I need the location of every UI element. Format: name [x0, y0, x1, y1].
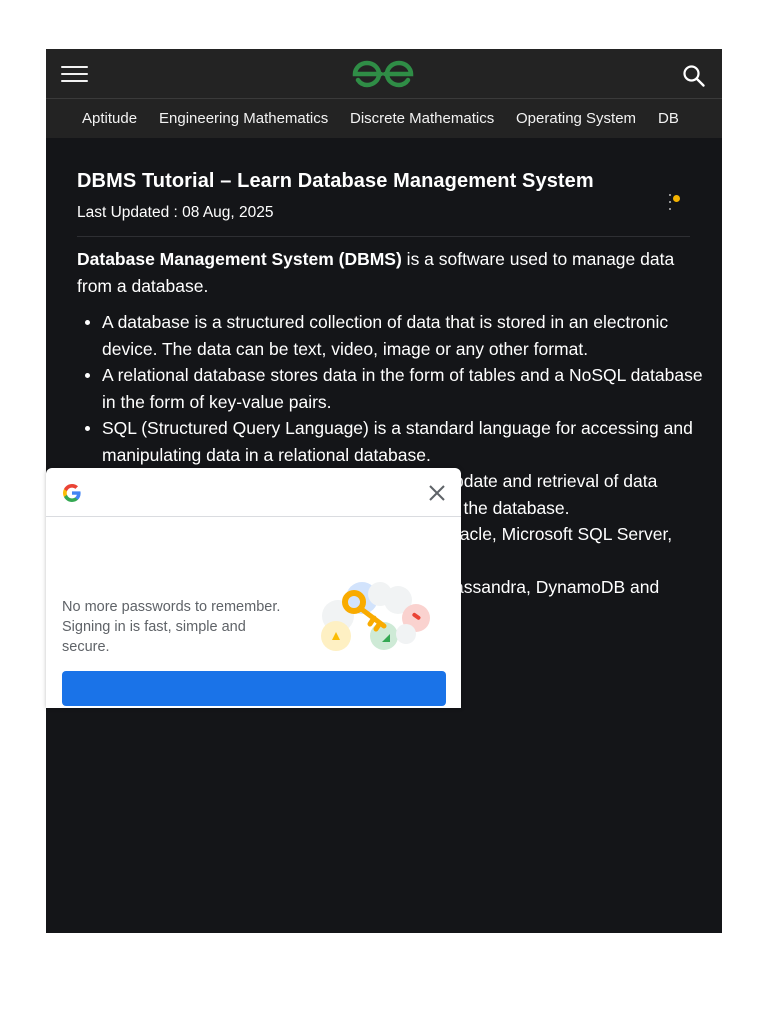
last-updated-date: Last Updated : 08 Aug, 2025 [77, 204, 274, 221]
site-logo-icon[interactable] [352, 59, 414, 89]
top-bar [46, 49, 722, 99]
topic-nav-bar: Aptitude Engineering Mathematics Discret… [46, 99, 722, 138]
nav-item-db[interactable]: DB [658, 110, 679, 127]
list-item: A database is a structured collection of… [85, 309, 717, 362]
password-key-illustration [321, 582, 430, 651]
google-sign-in-popup: No more passwords to remember. Signing i… [46, 468, 461, 708]
continue-button[interactable] [62, 671, 446, 706]
popup-header [46, 468, 461, 517]
title-divider [77, 236, 690, 237]
search-icon[interactable] [682, 64, 706, 88]
nav-item-aptitude[interactable]: Aptitude [82, 110, 137, 127]
page-title: DBMS Tutorial – Learn Database Managemen… [77, 170, 594, 192]
google-g-icon [63, 484, 81, 502]
intro-paragraph: Database Management System (DBMS) is a s… [77, 246, 692, 300]
popup-message: No more passwords to remember. Signing i… [62, 599, 281, 655]
close-icon[interactable] [427, 483, 447, 503]
list-item: A relational database stores data in the… [85, 362, 717, 415]
notification-dot [673, 195, 680, 202]
list-item: SQL (Structured Query Language) is a sta… [85, 415, 717, 468]
nav-item-discrete-mathematics[interactable]: Discrete Mathematics [350, 110, 494, 127]
nav-item-operating-system[interactable]: Operating System [516, 110, 636, 127]
hamburger-menu-icon[interactable] [61, 66, 88, 83]
nav-item-engineering-mathematics[interactable]: Engineering Mathematics [159, 110, 328, 127]
intro-bold-term: Database Management System (DBMS) [77, 249, 402, 269]
